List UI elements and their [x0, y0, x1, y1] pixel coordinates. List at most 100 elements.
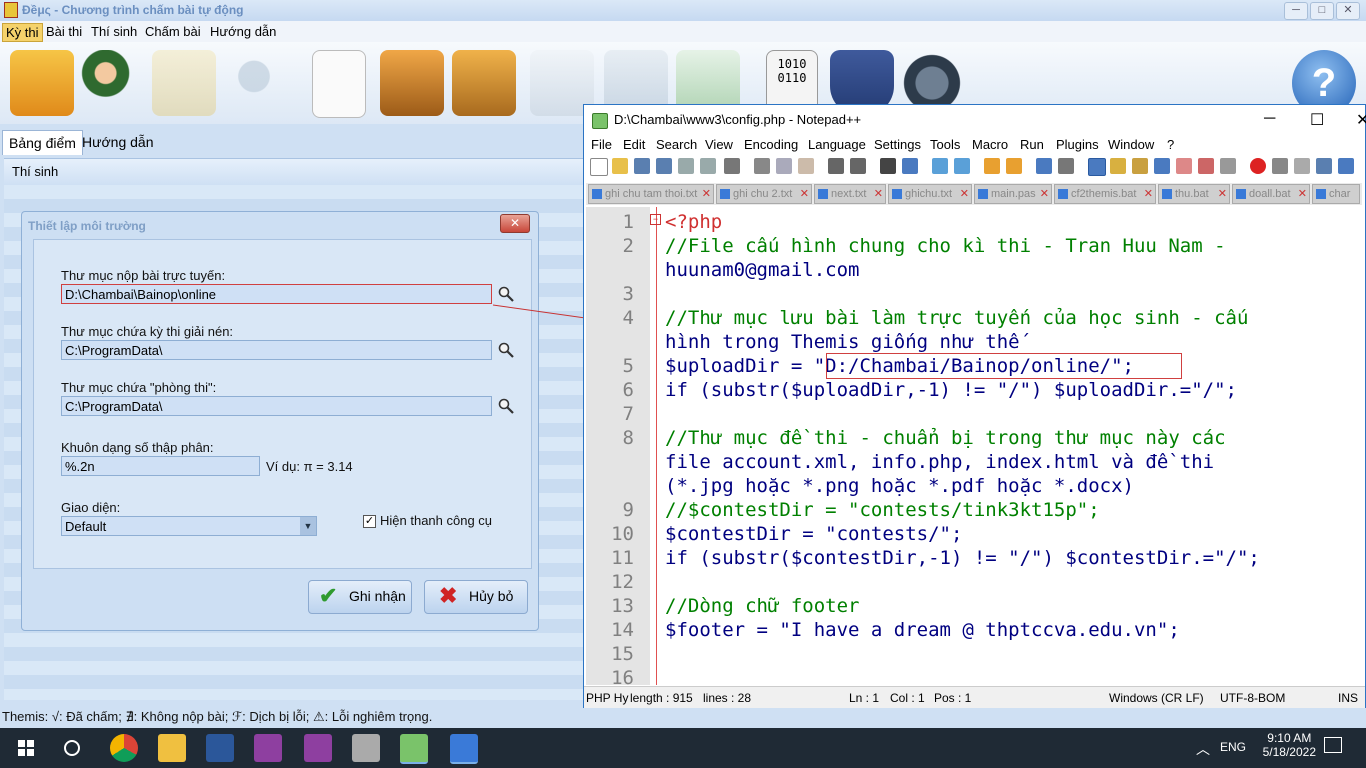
npp-menu-encoding[interactable]: Encoding — [744, 137, 798, 152]
contestants-icon[interactable] — [80, 50, 144, 116]
sync-v-icon[interactable] — [984, 158, 1000, 174]
dialog-close-button[interactable]: ✕ — [500, 214, 530, 233]
npp-menu-view[interactable]: View — [705, 137, 733, 152]
decimal-format-input[interactable]: %.2n — [61, 456, 260, 476]
save-box-icon[interactable] — [452, 50, 516, 116]
replace-icon[interactable] — [902, 158, 918, 174]
redo-icon[interactable] — [850, 158, 866, 174]
stop-macro-icon[interactable] — [1272, 158, 1288, 174]
new-document-icon[interactable] — [312, 50, 366, 118]
tab-bang-diem[interactable]: Bảng điểm — [2, 130, 83, 155]
close-icon[interactable]: ✕ — [960, 185, 969, 203]
menu-ky-thi[interactable]: Kỳ thi — [2, 23, 43, 42]
npp-menu-language[interactable]: Language — [808, 137, 866, 152]
npp-menu-settings[interactable]: Settings — [874, 137, 921, 152]
npp-tab[interactable]: ghi chu 2.txt ✕ — [716, 184, 812, 204]
themis-taskbar-icon[interactable] — [450, 734, 478, 764]
npp-menu-plugins[interactable]: Plugins — [1056, 137, 1099, 152]
app-icon-2[interactable] — [304, 734, 332, 762]
play-macro-icon[interactable] — [1294, 158, 1310, 174]
save-all-icon[interactable] — [656, 158, 672, 174]
print-icon[interactable] — [724, 158, 740, 174]
ui-theme-select[interactable]: Default ▼ — [61, 516, 317, 536]
chevron-down-icon[interactable]: ▼ — [300, 517, 316, 535]
word-wrap-icon[interactable] — [1036, 158, 1052, 174]
npp-tab[interactable]: thu.bat ✕ — [1158, 184, 1230, 204]
calculator-icon[interactable] — [352, 734, 380, 762]
app-icon-1[interactable] — [254, 734, 282, 762]
ghi-nhan-button[interactable]: ✔ Ghi nhận — [308, 580, 412, 614]
browse-contest-icon[interactable] — [498, 342, 514, 358]
open-contest-icon[interactable] — [10, 50, 74, 116]
doc-map-icon[interactable] — [1132, 158, 1148, 174]
notification-icon[interactable] — [1324, 737, 1342, 753]
save-macro-icon[interactable] — [1338, 158, 1354, 174]
close-icon[interactable]: ✕ — [800, 185, 809, 203]
fold-toggle-icon[interactable]: − — [650, 214, 661, 225]
windows-start-icon[interactable] — [12, 734, 40, 762]
file-explorer-icon[interactable] — [158, 734, 186, 762]
npp-menu-window[interactable]: Window — [1108, 137, 1154, 152]
record-macro-icon[interactable] — [1250, 158, 1266, 174]
npp-menu-search[interactable]: Search — [656, 137, 697, 152]
npp-tab[interactable]: main.pas ✕ — [974, 184, 1052, 204]
menu-huong-dan[interactable]: Hướng dẫn — [207, 23, 279, 40]
close-icon[interactable]: ✕ — [1144, 185, 1153, 203]
cut-icon[interactable] — [754, 158, 770, 174]
close-button[interactable]: ✕ — [1336, 2, 1360, 20]
notepadpp-taskbar-icon[interactable] — [400, 734, 428, 764]
close-icon[interactable]: ✕ — [1218, 185, 1227, 203]
huy-bo-button[interactable]: ✖ Hủy bỏ — [424, 580, 528, 614]
npp-tab[interactable]: doall.bat ✕ — [1232, 184, 1310, 204]
npp-tab[interactable]: ghichu.txt ✕ — [888, 184, 972, 204]
npp-tab[interactable]: ghi chu tam thoi.txt ✕ — [588, 184, 714, 204]
contest-folder-input[interactable]: C:\ProgramData\ — [61, 340, 492, 360]
minimize-button[interactable]: ─ — [1284, 2, 1308, 20]
chevron-up-icon[interactable]: ︿ — [1196, 739, 1210, 759]
clock[interactable]: 9:10 AM 5/18/2022 — [1263, 731, 1316, 759]
npp-menu-file[interactable]: File — [591, 137, 612, 152]
zoom-in-icon[interactable] — [932, 158, 948, 174]
npp-menu-macro[interactable]: Macro — [972, 137, 1008, 152]
npp-tab[interactable]: char — [1312, 184, 1360, 204]
run-multi-icon[interactable] — [1316, 158, 1332, 174]
undo-icon[interactable] — [828, 158, 844, 174]
close-icon[interactable]: ✕ — [702, 185, 711, 203]
open-file-icon[interactable] — [612, 158, 628, 174]
zoom-out-icon[interactable] — [954, 158, 970, 174]
sync-h-icon[interactable] — [1006, 158, 1022, 174]
refresh-folder-icon[interactable] — [152, 50, 216, 116]
export-box-icon[interactable] — [380, 50, 444, 116]
folder-workspace-icon[interactable] — [1176, 158, 1192, 174]
npp-tab[interactable]: next.txt ✕ — [814, 184, 886, 204]
npp-menu-run[interactable]: Run — [1020, 137, 1044, 152]
npp-menu-edit[interactable]: Edit — [623, 137, 645, 152]
copy-icon[interactable] — [776, 158, 792, 174]
npp-minimize-button[interactable]: ─ — [1264, 110, 1275, 128]
search-icon[interactable] — [58, 734, 86, 762]
eye-icon[interactable] — [1220, 158, 1236, 174]
online-folder-input[interactable]: D:\Chambai\Bainop\online — [61, 284, 492, 304]
close-icon[interactable]: ✕ — [1298, 185, 1307, 203]
npp-menu-tools[interactable]: Tools — [930, 137, 960, 152]
all-chars-icon[interactable] — [1058, 158, 1074, 174]
browse-online-icon[interactable] — [498, 286, 514, 302]
npp-close-button[interactable]: ✕ — [1356, 110, 1366, 130]
menu-thi-sinh[interactable]: Thí sinh — [88, 23, 140, 40]
code-editor[interactable]: − <?php//File cấu hình chung cho kì thi … — [650, 207, 1362, 685]
tab-huong-dan[interactable]: Hướng dẫn — [76, 130, 159, 154]
toolbar-checkbox[interactable]: ✓ — [363, 515, 376, 528]
close-icon[interactable]: ✕ — [1040, 185, 1049, 203]
browse-room-icon[interactable] — [498, 398, 514, 414]
lang-icon[interactable] — [1110, 158, 1126, 174]
paste-icon[interactable] — [798, 158, 814, 174]
close-icon[interactable]: ✕ — [874, 185, 883, 203]
close-all-icon[interactable] — [700, 158, 716, 174]
users-sync-icon[interactable] — [222, 50, 286, 116]
close-file-icon[interactable] — [678, 158, 694, 174]
indent-guide-icon[interactable] — [1088, 158, 1106, 176]
chrome-icon[interactable] — [110, 734, 138, 762]
npp-tab[interactable]: cf2themis.bat ✕ — [1054, 184, 1156, 204]
maximize-button[interactable]: □ — [1310, 2, 1334, 20]
room-folder-input[interactable]: C:\ProgramData\ — [61, 396, 492, 416]
